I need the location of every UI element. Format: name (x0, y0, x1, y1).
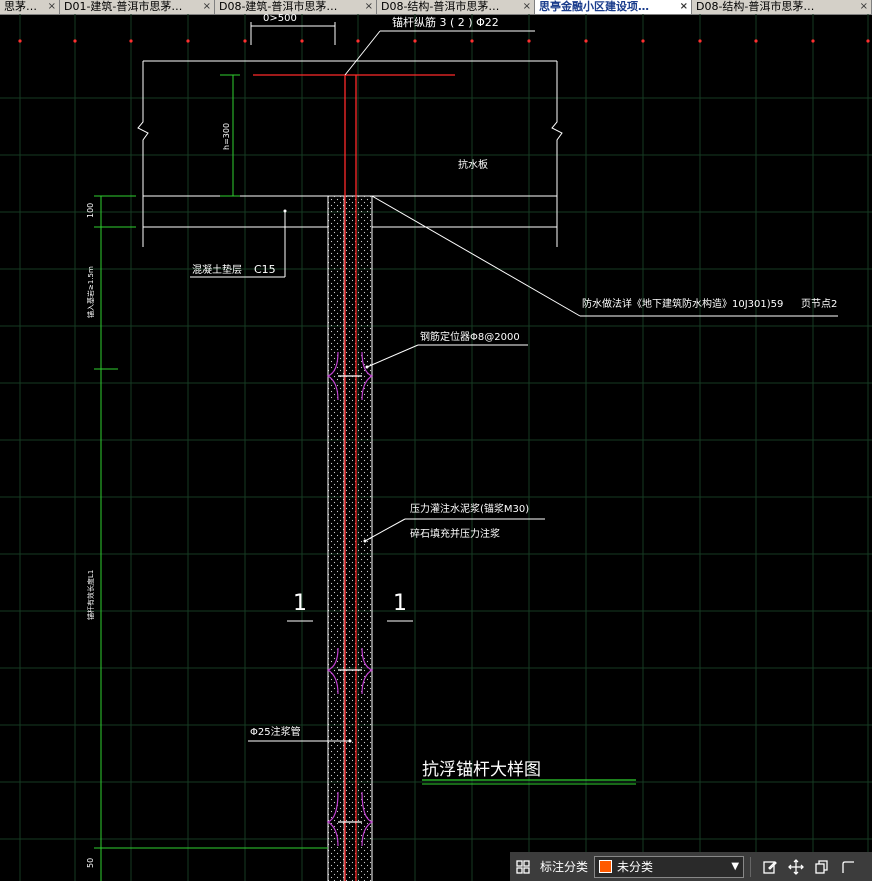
centralizer-label: 钢筋定位器Φ8@2000 (420, 330, 520, 343)
document-tab-4[interactable]: 思亭金融小区建设项… × (535, 0, 692, 14)
dim-anchor-length-text: 锚杆有效长度L1 (86, 570, 95, 620)
grid-marker (754, 39, 758, 43)
tab-label: D08-结构-普洱市思茅… (696, 0, 815, 13)
dim-50-text: 50 (86, 858, 95, 868)
category-value: 未分类 (617, 860, 654, 874)
cad-drawing-canvas[interactable]: 0>500 h=300 100 锚入基岩≥1.5m 锚杆有效长度L1 50 锚杆… (0, 14, 872, 881)
cushion-label: 混凝土垫层 (192, 263, 242, 276)
move-icon[interactable] (783, 854, 809, 880)
grout-label-1: 压力灌注水泥浆(锚浆M30) (410, 502, 529, 515)
grid-marker (641, 39, 645, 43)
top-dimension: 0>500 (250, 14, 336, 45)
dim-embed-text: 锚入基岩≥1.5m (86, 266, 95, 318)
cushion-leader: 混凝土垫层 C15 (190, 209, 287, 278)
tab-close-icon[interactable]: × (365, 0, 373, 14)
tab-label: 思亭金融小区建设项… (539, 0, 649, 13)
grid-marker (811, 39, 815, 43)
background-grid (0, 14, 872, 881)
tab-label: D08-建筑-普洱市思茅… (219, 0, 338, 13)
tab-label: D08-结构-普洱市思茅… (381, 0, 500, 13)
waterproof-leader: 防水做法详《地下建筑防水构造》10J301)59 页节点2 (371, 195, 838, 317)
section-number-right: 1 (393, 591, 407, 616)
document-tab-1[interactable]: D01-建筑-普洱市思茅… × (60, 0, 215, 14)
grid-marker (698, 39, 702, 43)
drawing-title-block: 抗浮锚杆大样图 (422, 760, 636, 785)
grid-marker (356, 39, 360, 43)
tab-label: D01-建筑-普洱市思茅… (64, 0, 183, 13)
tab-close-icon[interactable]: × (48, 0, 56, 14)
annotation-category-label: 标注分类 (540, 860, 589, 874)
grid-marker (584, 39, 588, 43)
slab-thickness-dimension: h=300 (220, 74, 240, 197)
toolbar-divider (750, 856, 752, 877)
grid-marker (18, 39, 22, 43)
tab-close-icon[interactable]: × (203, 0, 211, 14)
tab-label: 思茅… (4, 0, 37, 13)
slab-label: 抗水板 (458, 158, 488, 171)
tab-close-icon[interactable]: × (523, 0, 531, 14)
grid-marker (866, 39, 870, 43)
document-tab-2[interactable]: D08-建筑-普洱市思茅… × (215, 0, 377, 14)
edit-icon[interactable] (757, 854, 783, 880)
document-tab-3[interactable]: D08-结构-普洱市思茅… × (377, 0, 535, 14)
category-color-swatch (599, 860, 613, 873)
annotation-category-select[interactable]: 未分类 ▼ (594, 855, 745, 878)
document-tab-bar: 思茅… × D01-建筑-普洱市思茅… × D08-建筑-普洱市思茅… × D08-结… (0, 0, 872, 15)
grid-apps-icon[interactable] (510, 854, 536, 880)
document-tab-5[interactable]: D08-结构-普洱市思茅… × (692, 0, 872, 14)
anchor-pile-body (327, 196, 373, 881)
centralizer-leader: 钢筋定位器Φ8@2000 (365, 330, 528, 369)
grid-marker (527, 39, 531, 43)
grid-marker (73, 39, 77, 43)
section-mark-right: 1 (387, 591, 413, 622)
drawing-title: 抗浮锚杆大样图 (422, 760, 541, 780)
document-tab-0[interactable]: 思茅… × (0, 0, 60, 14)
waterproof-page: 页节点2 (801, 298, 837, 310)
left-dimension-chain (94, 195, 328, 881)
tab-close-icon[interactable]: × (860, 0, 868, 14)
grid-marker (300, 39, 304, 43)
anchor-bar-text: 锚杆纵筋 3 ( 2 ) Φ22 (392, 15, 499, 29)
dim-100-text: 100 (86, 203, 95, 218)
tab-close-icon[interactable]: × (680, 0, 688, 14)
section-number-left: 1 (293, 591, 307, 616)
slab-dim-text: h=300 (222, 123, 231, 150)
chevron-down-icon: ▼ (731, 861, 740, 872)
grid-marker (470, 39, 474, 43)
grout-label-2: 碎石填充并压力注浆 (410, 527, 500, 540)
grid-marker (243, 39, 247, 43)
grout-leader: 压力灌注水泥浆(锚浆M30) 碎石填充并压力注浆 (363, 502, 545, 543)
anchor-bar-leader: 锚杆纵筋 3 ( 2 ) Φ22 (344, 15, 535, 76)
cushion-grade: C15 (254, 263, 276, 276)
grid-marker (129, 39, 133, 43)
top-dim-text: 0>500 (263, 14, 297, 24)
section-mark-left: 1 (287, 591, 313, 622)
copy-icon[interactable] (809, 854, 835, 880)
grid-marker (413, 39, 417, 43)
frame-icon[interactable] (835, 854, 861, 880)
waterproof-note: 防水做法详《地下建筑防水构造》10J301)59 (582, 297, 783, 310)
grid-marker (186, 39, 190, 43)
grout-pipe-label: Φ25注浆管 (250, 725, 301, 738)
annotation-toolbar: 标注分类 未分类 ▼ (510, 852, 872, 881)
